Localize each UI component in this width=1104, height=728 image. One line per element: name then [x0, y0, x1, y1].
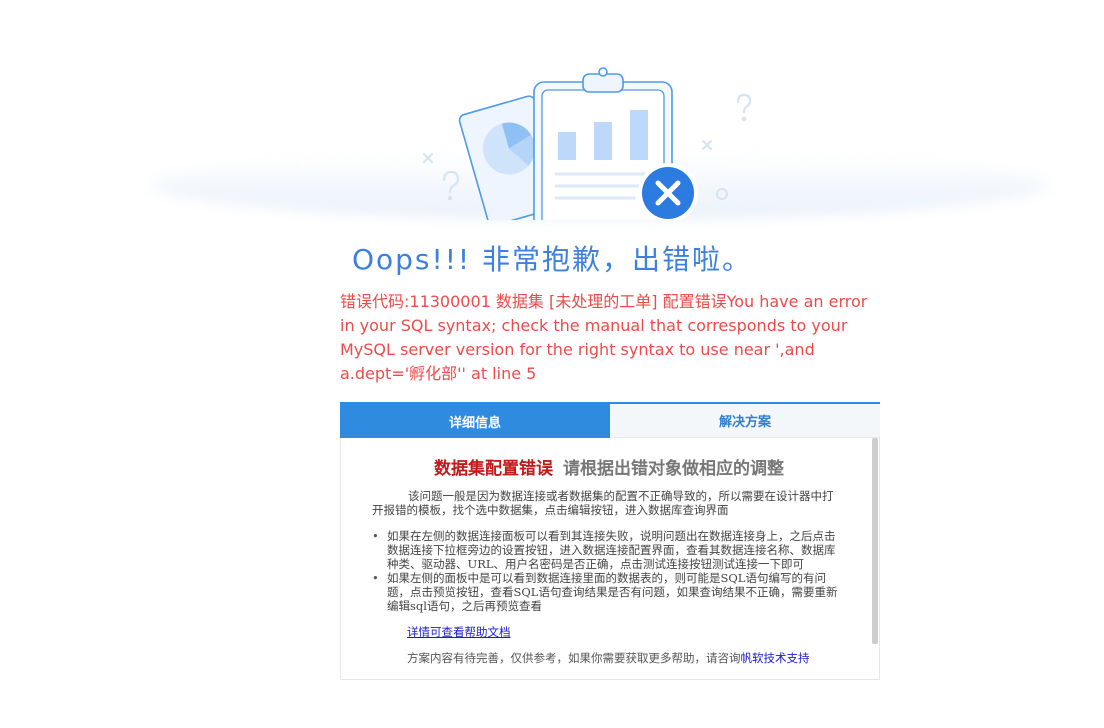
bullet-icon: • [372, 529, 379, 543]
tab-details[interactable]: 详细信息 [340, 404, 610, 438]
tab-solution[interactable]: 解决方案 [610, 404, 880, 438]
list-item: • 如果左侧的面板中是可以看到数据连接里面的数据表的，则可能是SQL语句编写的有问… [372, 571, 842, 613]
bullet-list: • 如果在左侧的数据连接面板可以看到其连接失败，说明问题出在数据连接身上，之后点击… [372, 529, 842, 613]
heading-hint: 请根据出错对象做相应的调整 [563, 459, 784, 479]
help-docs-link[interactable]: 详情可查看帮助文档 [407, 624, 511, 640]
error-detail-panel: 详细信息 解决方案 数据集配置错误 请根据出错对象做相应的调整 该问题一般是因为数… [340, 402, 880, 680]
tab-bar: 详细信息 解决方案 [340, 402, 880, 438]
tech-support-link[interactable]: 帆软技术支持 [741, 651, 810, 665]
error-illustration [423, 67, 752, 220]
footer-note: 方案内容有待完善，仅供参考，如果你需要获取更多帮助，请咨询帆软技术支持 [407, 650, 847, 666]
list-item: • 如果在左侧的数据连接面板可以看到其连接失败，说明问题出在数据连接身上，之后点击… [372, 529, 842, 571]
list-item-text: 如果左侧的面板中是可以看到数据连接里面的数据表的，则可能是SQL语句编写的有问题… [387, 571, 838, 613]
footer-note-text: 方案内容有待完善，仅供参考，如果你需要获取更多帮助，请咨询 [407, 651, 741, 665]
error-message: 错误代码:11300001 数据集 [未处理的工单] 配置错误You have … [340, 292, 868, 383]
bullet-icon: • [372, 571, 379, 585]
details-content: 数据集配置错误 请根据出错对象做相应的调整 该问题一般是因为数据连接或者数据集的配… [340, 438, 880, 680]
heading-error-type: 数据集配置错误 [434, 459, 553, 479]
circle-decoration-icon [716, 188, 728, 200]
intro-paragraph: 该问题一般是因为数据连接或者数据集的配置不正确导致的，所以需要在设计器中打开报错… [372, 489, 834, 517]
details-heading: 数据集配置错误 请根据出错对象做相应的调整 [341, 454, 877, 479]
list-item-text: 如果在左侧的数据连接面板可以看到其连接失败，说明问题出在数据连接身上，之后点击数… [387, 529, 836, 571]
page-title: Oops!!! 非常抱歉，出错啦。 [351, 243, 753, 276]
